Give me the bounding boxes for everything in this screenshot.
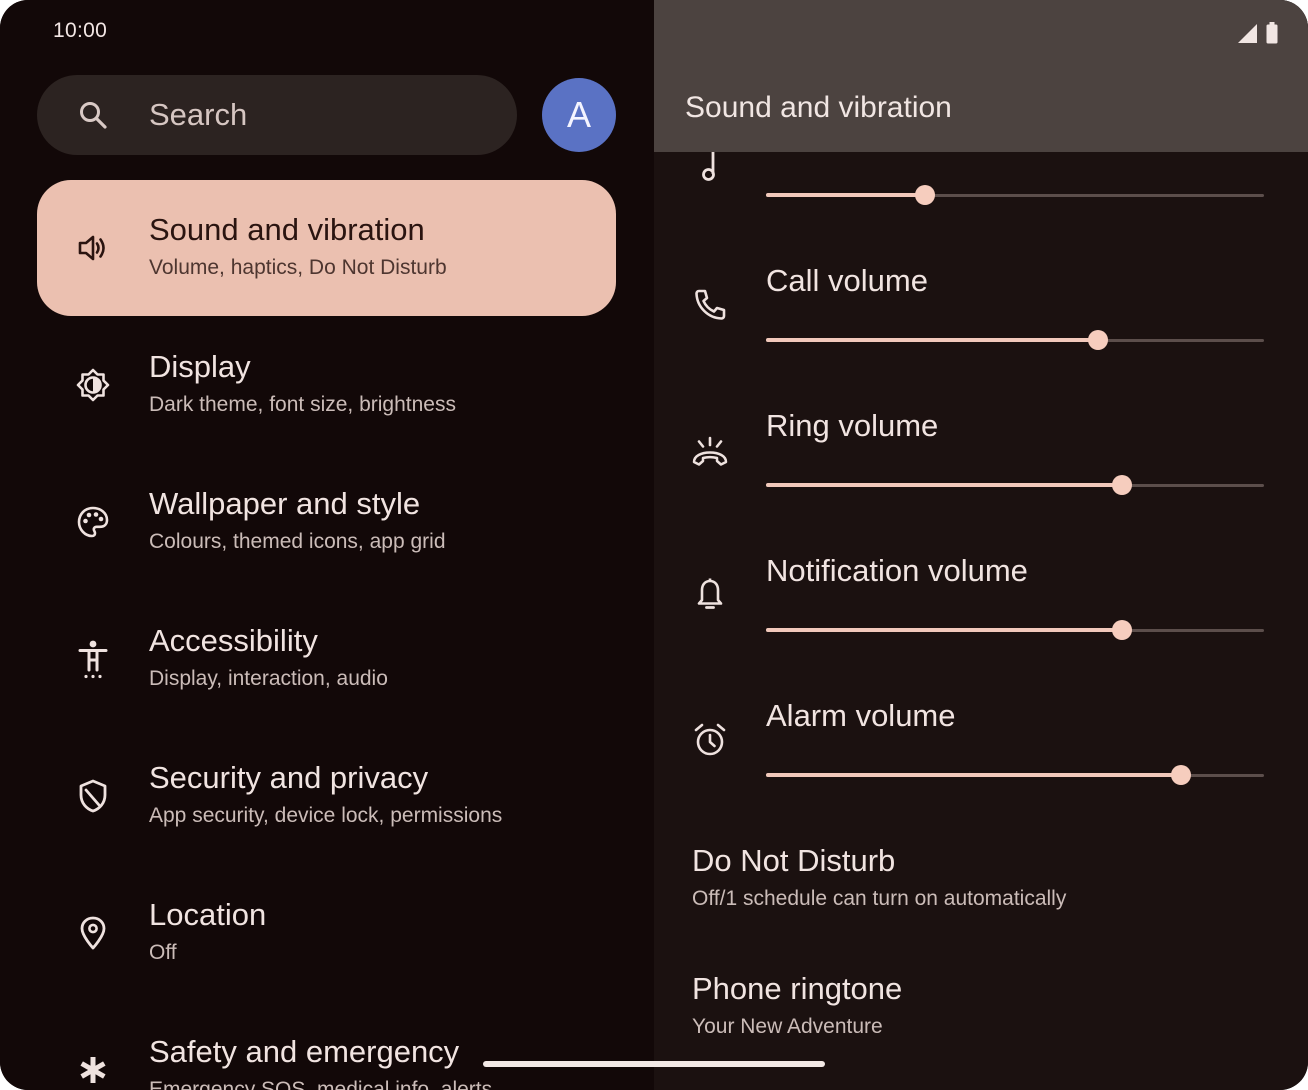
gesture-nav-handle[interactable]	[483, 1061, 825, 1067]
sidebar-item-subtitle: Dark theme, font size, brightness	[149, 393, 456, 416]
search-placeholder: Search	[149, 97, 248, 132]
sidebar-item-subtitle: Emergency SOS, medical info, alerts	[149, 1078, 493, 1090]
volume-label: Call volume	[766, 263, 928, 298]
do-not-disturb-item[interactable]: Do Not Disturb Off/1 schedule can turn o…	[692, 843, 1292, 943]
accessibility-icon	[73, 639, 113, 679]
slider-thumb[interactable]	[1171, 765, 1191, 785]
media-volume-slider[interactable]	[766, 183, 1264, 207]
sidebar-item-title: Location	[149, 897, 267, 932]
slider-active-track	[766, 193, 925, 197]
avatar[interactable]: A	[542, 78, 616, 152]
pref-title: Do Not Disturb	[692, 843, 896, 878]
status-time: 10:00	[53, 19, 108, 42]
sidebar-item-subtitle: Volume, haptics, Do Not Disturb	[149, 256, 447, 279]
slider-thumb[interactable]	[915, 185, 935, 205]
pref-subtitle: Off/1 schedule can turn on automatically	[692, 887, 1067, 910]
settings-list-pane: 10:00 Search A Sound and vibration Volum…	[0, 0, 654, 1090]
sidebar-item-safety-and-emergency[interactable]: Safety and emergency Emergency SOS, medi…	[37, 1002, 616, 1090]
sidebar-item-accessibility[interactable]: Accessibility Display, interaction, audi…	[37, 591, 616, 727]
sidebar-item-sound-and-vibration[interactable]: Sound and vibration Volume, haptics, Do …	[37, 180, 616, 316]
volume-label: Notification volume	[766, 553, 1028, 588]
sidebar-item-title: Safety and emergency	[149, 1034, 460, 1069]
sidebar-item-title: Display	[149, 349, 251, 384]
battery-icon	[1266, 22, 1278, 44]
ring-volume-slider[interactable]	[766, 473, 1264, 497]
search-input[interactable]: Search	[37, 75, 517, 155]
slider-thumb[interactable]	[1112, 475, 1132, 495]
sidebar-item-title: Sound and vibration	[149, 212, 425, 247]
slider-thumb[interactable]	[1112, 620, 1132, 640]
sidebar-item-wallpaper-and-style[interactable]: Wallpaper and style Colours, themed icon…	[37, 454, 616, 590]
sidebar-item-subtitle: Off	[149, 941, 177, 964]
alarm-clock-icon	[690, 720, 730, 760]
bell-icon	[690, 575, 730, 615]
slider-thumb[interactable]	[1088, 330, 1108, 350]
detail-pane: Sound and vibration Call volume Ring vol…	[654, 0, 1308, 1090]
pref-subtitle: Your New Adventure	[692, 1015, 883, 1038]
notification-volume-slider[interactable]	[766, 618, 1264, 642]
brightness-icon	[73, 365, 113, 405]
speaker-icon	[73, 228, 113, 268]
sidebar-item-subtitle: Display, interaction, audio	[149, 667, 388, 690]
sidebar-item-display[interactable]: Display Dark theme, font size, brightnes…	[37, 317, 616, 453]
sidebar-item-title: Accessibility	[149, 623, 318, 658]
call-volume-row: Call volume	[654, 255, 1308, 400]
slider-active-track	[766, 483, 1122, 487]
phone-ringtone-item[interactable]: Phone ringtone Your New Adventure	[692, 971, 1292, 1071]
volume-label: Alarm volume	[766, 698, 956, 733]
detail-header: Sound and vibration	[654, 0, 1308, 152]
ring-volume-row: Ring volume	[654, 400, 1308, 545]
slider-active-track	[766, 628, 1122, 632]
sidebar-item-title: Security and privacy	[149, 760, 429, 795]
sidebar-item-subtitle: App security, device lock, permissions	[149, 804, 503, 827]
alarm-volume-row: Alarm volume	[654, 690, 1308, 835]
alarm-volume-slider[interactable]	[766, 763, 1264, 787]
phone-icon	[690, 285, 730, 325]
ring-icon	[690, 432, 730, 472]
pref-title: Phone ringtone	[692, 971, 903, 1006]
sidebar-item-location[interactable]: Location Off	[37, 865, 616, 1001]
notification-volume-row: Notification volume	[654, 545, 1308, 690]
shield-icon	[73, 776, 113, 816]
slider-active-track	[766, 773, 1181, 777]
status-icons	[1226, 22, 1286, 44]
page-title: Sound and vibration	[685, 91, 952, 124]
location-pin-icon	[73, 913, 113, 953]
sidebar-item-security-and-privacy[interactable]: Security and privacy App security, devic…	[37, 728, 616, 864]
sidebar-item-title: Wallpaper and style	[149, 486, 421, 521]
asterisk-icon	[73, 1050, 113, 1090]
sidebar-item-subtitle: Colours, themed icons, app grid	[149, 530, 446, 553]
signal-icon	[1238, 24, 1258, 43]
palette-icon	[73, 502, 113, 542]
volume-label: Ring volume	[766, 408, 939, 443]
device-screen: 10:00 Search A Sound and vibration Volum…	[0, 0, 1308, 1090]
slider-active-track	[766, 338, 1098, 342]
call-volume-slider[interactable]	[766, 328, 1264, 352]
search-icon	[77, 99, 109, 131]
